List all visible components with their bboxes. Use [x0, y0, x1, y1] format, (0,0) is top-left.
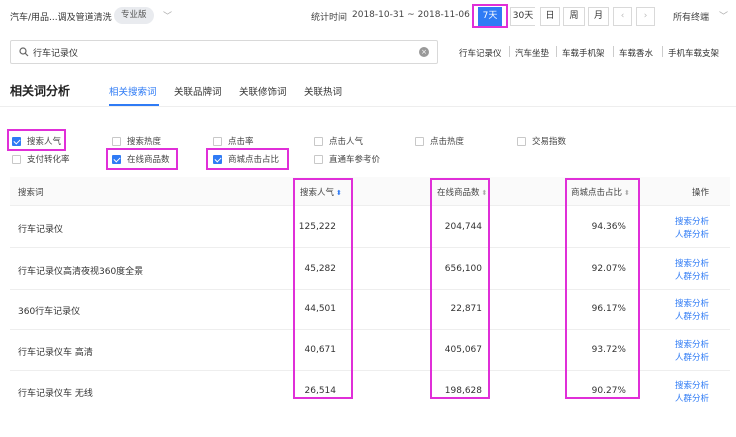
checkbox-icon[interactable]	[314, 136, 323, 146]
tab-related-search[interactable]: 相关搜索词	[109, 84, 157, 98]
divider	[10, 289, 730, 290]
checkbox-icon[interactable]	[12, 154, 21, 164]
clear-icon[interactable]: ×	[419, 47, 429, 57]
cell-online: 405,067	[444, 345, 482, 355]
cell-mall-ratio: 94.36%	[591, 222, 626, 232]
search-analysis-link[interactable]: 搜索分析	[675, 215, 709, 227]
cell-popularity: 40,671	[304, 345, 337, 355]
cell-mall-ratio: 92.07%	[591, 264, 626, 274]
cell-online: 22,871	[450, 304, 483, 314]
quick-keyword[interactable]: 手机车载支架	[668, 47, 719, 59]
divider	[509, 46, 510, 57]
period-month-button[interactable]: 月	[588, 7, 609, 26]
cell-keyword[interactable]: 行车记录仪高清夜视360度全景	[18, 264, 143, 277]
chevron-down-icon[interactable]: ﹀	[163, 9, 172, 22]
search-analysis-link[interactable]: 搜索分析	[675, 338, 709, 350]
tab-related-hot[interactable]: 关联热词	[304, 84, 342, 98]
column-header-popularity[interactable]: 搜索人气 ⬍	[300, 186, 342, 198]
stat-date-range: 2018-10-31 ~ 2018-11-06	[352, 10, 470, 20]
search-analysis-link[interactable]: 搜索分析	[675, 297, 709, 309]
period-week-button[interactable]: 周	[563, 7, 585, 26]
column-header-actions: 操作	[692, 188, 710, 198]
crowd-analysis-link[interactable]: 人群分析	[675, 228, 709, 240]
sort-desc-icon[interactable]: ⬍	[336, 189, 342, 197]
cell-mall-ratio: 96.17%	[591, 304, 626, 314]
divider	[662, 46, 663, 57]
metric-click-rate[interactable]: 点击率	[213, 135, 254, 147]
cell-mall-ratio: 90.27%	[591, 386, 626, 396]
cell-keyword[interactable]: 360行车记录仪	[18, 304, 80, 317]
next-page-button[interactable]: ›	[636, 7, 655, 26]
search-box: ×	[10, 40, 438, 64]
crowd-analysis-link[interactable]: 人群分析	[675, 392, 709, 404]
period-day-button[interactable]: 日	[540, 7, 560, 26]
search-analysis-link[interactable]: 搜索分析	[675, 379, 709, 391]
checkbox-icon[interactable]	[213, 136, 222, 146]
cell-popularity: 44,501	[304, 304, 337, 314]
column-header-keyword: 搜索词	[18, 188, 44, 198]
divider	[10, 370, 730, 371]
metric-trade-index[interactable]: 交易指数	[517, 135, 566, 147]
tab-related-brand[interactable]: 关联品牌词	[174, 84, 222, 98]
metric-search-popularity[interactable]: 搜索人气	[12, 135, 61, 147]
metric-click-heat[interactable]: 点击热度	[415, 135, 464, 147]
top-bar: 汽车/用品...调及管道清洗 专业版 ﹀ 统计时间 2018-10-31 ~ 2…	[0, 0, 736, 32]
checkbox-checked-icon[interactable]	[213, 154, 222, 164]
divider	[0, 106, 736, 107]
quick-keyword[interactable]: 车载香水	[619, 47, 653, 59]
checkbox-icon[interactable]	[517, 136, 526, 146]
checkbox-icon[interactable]	[314, 154, 323, 164]
sort-icon[interactable]: ⬍	[482, 189, 488, 197]
cell-mall-ratio: 93.72%	[591, 345, 626, 355]
quick-keyword[interactable]: 行车记录仪	[459, 47, 502, 59]
cell-popularity: 45,282	[304, 264, 337, 274]
cell-keyword[interactable]: 行车记录仪车 高清	[18, 345, 93, 358]
metric-click-popularity[interactable]: 点击人气	[314, 135, 363, 147]
search-input[interactable]	[33, 44, 413, 60]
metric-search-heat[interactable]: 搜索热度	[112, 135, 161, 147]
search-analysis-link[interactable]: 搜索分析	[675, 257, 709, 269]
metric-pay-conversion[interactable]: 支付转化率	[12, 153, 70, 165]
cell-keyword[interactable]: 行车记录仪	[18, 222, 63, 235]
crowd-analysis-link[interactable]: 人群分析	[675, 351, 709, 363]
column-header-mall-ratio[interactable]: 商城点击占比 ⬍	[571, 186, 630, 198]
checkbox-icon[interactable]	[112, 136, 121, 146]
section-title: 相关词分析	[10, 84, 71, 98]
cell-keyword[interactable]: 行车记录仪车 无线	[18, 386, 93, 399]
divider	[556, 46, 557, 57]
prev-page-button[interactable]: ‹	[613, 7, 632, 26]
chevron-down-icon[interactable]: ﹀	[719, 9, 728, 22]
quick-keyword[interactable]: 汽车坐垫	[515, 47, 549, 59]
category-selector[interactable]: 汽车/用品...调及管道清洗	[10, 10, 112, 23]
cell-popularity: 26,514	[304, 386, 337, 396]
divider	[10, 205, 730, 206]
cell-online: 198,628	[444, 386, 482, 396]
metric-ztc-price[interactable]: 直通车参考价	[314, 153, 380, 165]
sort-icon[interactable]: ⬍	[624, 189, 630, 197]
metric-mall-click-ratio[interactable]: 商城点击占比	[213, 153, 279, 165]
checkbox-icon[interactable]	[415, 136, 424, 146]
terminal-selector[interactable]: 所有终端	[673, 10, 709, 23]
period-7d-button[interactable]: 7天	[478, 7, 502, 26]
stat-time-label: 统计时间	[311, 13, 348, 23]
divider	[10, 247, 730, 248]
quick-keyword[interactable]: 车载手机架	[562, 47, 605, 59]
crowd-analysis-link[interactable]: 人群分析	[675, 270, 709, 282]
crowd-analysis-link[interactable]: 人群分析	[675, 310, 709, 322]
period-30d-button[interactable]: 30天	[510, 7, 535, 26]
checkbox-checked-icon[interactable]	[12, 136, 21, 146]
metric-online-items[interactable]: 在线商品数	[112, 153, 170, 165]
divider	[613, 46, 614, 57]
divider	[10, 329, 730, 330]
checkbox-checked-icon[interactable]	[112, 154, 121, 164]
cell-online: 204,744	[444, 222, 482, 232]
tab-related-modifier[interactable]: 关联修饰词	[239, 84, 287, 98]
cell-online: 656,100	[444, 264, 482, 274]
column-header-online[interactable]: 在线商品数 ⬍	[437, 186, 487, 198]
search-icon	[19, 47, 29, 57]
edition-badge: 专业版	[114, 7, 154, 24]
cell-popularity: 125,222	[298, 222, 336, 232]
